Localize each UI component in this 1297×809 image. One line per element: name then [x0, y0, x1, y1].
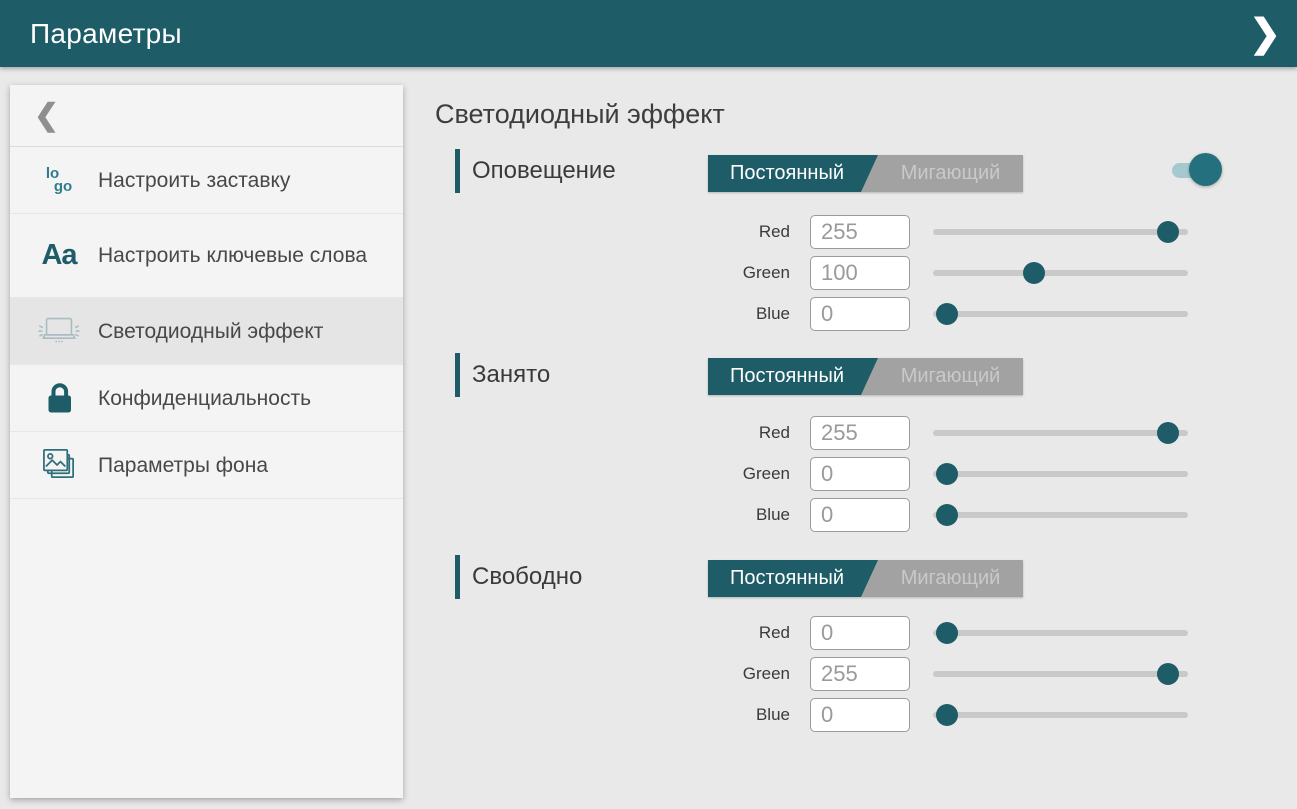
red-slider[interactable]	[933, 616, 1188, 650]
rgb-rows-notification: Red Green Blue	[720, 215, 1188, 338]
sidebar-item-label: Настроить ключевые слова	[98, 242, 367, 269]
mode-blinking-button[interactable]: Мигающий	[878, 560, 1023, 597]
green-value-input[interactable]	[810, 256, 910, 290]
green-value-input[interactable]	[810, 657, 910, 691]
mode-blinking-button[interactable]: Мигающий	[878, 358, 1023, 395]
red-label: Red	[720, 423, 790, 443]
green-label: Green	[720, 464, 790, 484]
red-value-input[interactable]	[810, 616, 910, 650]
blue-label: Blue	[720, 705, 790, 725]
slider-thumb[interactable]	[1023, 262, 1045, 284]
slider-track	[933, 311, 1188, 317]
slider-track	[933, 430, 1188, 436]
red-row: Red	[720, 215, 1188, 249]
red-value-input[interactable]	[810, 215, 910, 249]
green-row: Green	[720, 657, 1188, 691]
green-value-input[interactable]	[810, 457, 910, 491]
red-row: Red	[720, 616, 1188, 650]
blue-row: Blue	[720, 498, 1188, 532]
mode-blinking-button[interactable]: Мигающий	[878, 155, 1023, 192]
slider-track	[933, 712, 1188, 718]
sidebar-item-label: Параметры фона	[98, 452, 268, 479]
slider-thumb[interactable]	[936, 463, 958, 485]
slider-track	[933, 630, 1188, 636]
slider-track	[933, 229, 1188, 235]
red-label: Red	[720, 623, 790, 643]
notification-enabled-switch[interactable]	[1172, 152, 1226, 188]
red-value-input[interactable]	[810, 416, 910, 450]
green-row: Green	[720, 256, 1188, 290]
section-accent-bar	[455, 353, 460, 397]
red-slider[interactable]	[933, 215, 1188, 249]
sidebar-item-label: Светодиодный эффект	[98, 318, 323, 345]
slider-thumb[interactable]	[936, 303, 958, 325]
keywords-icon: Aa	[36, 239, 82, 272]
section-label-busy: Занято	[472, 353, 550, 397]
sidebar-item-keywords[interactable]: Aa Настроить ключевые слова	[10, 214, 403, 298]
lock-icon	[36, 380, 82, 416]
section-accent-bar	[455, 555, 460, 599]
red-slider[interactable]	[933, 416, 1188, 450]
mode-solid-button[interactable]: Постоянный	[708, 358, 878, 395]
mode-solid-button[interactable]: Постоянный	[708, 155, 878, 192]
slider-thumb[interactable]	[936, 622, 958, 644]
chevron-left-icon: ❮	[34, 98, 59, 133]
green-slider[interactable]	[933, 256, 1188, 290]
sidebar-back-button[interactable]: ❮	[10, 85, 403, 147]
slider-thumb[interactable]	[936, 504, 958, 526]
slider-thumb[interactable]	[1157, 663, 1179, 685]
switch-thumb	[1189, 153, 1222, 186]
green-label: Green	[720, 664, 790, 684]
mode-toggle-free: Постоянный Мигающий	[708, 560, 1023, 597]
sidebar-item-privacy[interactable]: Конфиденциальность	[10, 365, 403, 432]
red-row: Red	[720, 416, 1188, 450]
blue-label: Blue	[720, 304, 790, 324]
slider-track	[933, 471, 1188, 477]
red-label: Red	[720, 222, 790, 242]
blue-row: Blue	[720, 698, 1188, 732]
background-icon	[36, 447, 82, 483]
section-label-free: Свободно	[472, 555, 582, 599]
slider-thumb[interactable]	[936, 704, 958, 726]
green-row: Green	[720, 457, 1188, 491]
green-slider[interactable]	[933, 657, 1188, 691]
led-effect-icon	[36, 315, 82, 347]
green-label: Green	[720, 263, 790, 283]
mode-toggle-busy: Постоянный Мигающий	[708, 358, 1023, 395]
blue-slider[interactable]	[933, 698, 1188, 732]
sidebar-item-led-effect[interactable]: Светодиодный эффект	[10, 298, 403, 365]
blue-value-input[interactable]	[810, 498, 910, 532]
blue-slider[interactable]	[933, 498, 1188, 532]
sidebar-item-label: Конфиденциальность	[98, 385, 311, 412]
sidebar-item-label: Настроить заставку	[98, 167, 290, 194]
slider-track	[933, 270, 1188, 276]
slider-thumb[interactable]	[1157, 221, 1179, 243]
blue-value-input[interactable]	[810, 698, 910, 732]
green-slider[interactable]	[933, 457, 1188, 491]
collapse-panel-icon[interactable]: ❯	[1249, 15, 1281, 53]
slider-thumb[interactable]	[1157, 422, 1179, 444]
slider-track	[933, 512, 1188, 518]
mode-toggle-notification: Постоянный Мигающий	[708, 155, 1023, 192]
settings-sidebar: ❮ lo go Настроить заставку Aa Настроить …	[10, 85, 403, 798]
section-accent-bar	[455, 149, 460, 193]
settings-app: Параметры ❯ ❮ lo go Настроить заставку A…	[0, 0, 1297, 809]
rgb-rows-busy: Red Green Blue	[720, 416, 1188, 539]
sidebar-item-background[interactable]: Параметры фона	[10, 432, 403, 499]
page-title: Светодиодный эффект	[435, 99, 725, 130]
blue-row: Blue	[720, 297, 1188, 331]
section-label-notification: Оповещение	[472, 149, 616, 193]
slider-track	[933, 671, 1188, 677]
rgb-rows-free: Red Green Blue	[720, 616, 1188, 739]
blue-label: Blue	[720, 505, 790, 525]
mode-solid-button[interactable]: Постоянный	[708, 560, 878, 597]
blue-value-input[interactable]	[810, 297, 910, 331]
sidebar-item-screensaver[interactable]: lo go Настроить заставку	[10, 147, 403, 214]
app-header: Параметры ❯	[0, 0, 1297, 67]
app-title: Параметры	[30, 18, 182, 50]
logo-icon: lo go	[36, 167, 82, 193]
blue-slider[interactable]	[933, 297, 1188, 331]
